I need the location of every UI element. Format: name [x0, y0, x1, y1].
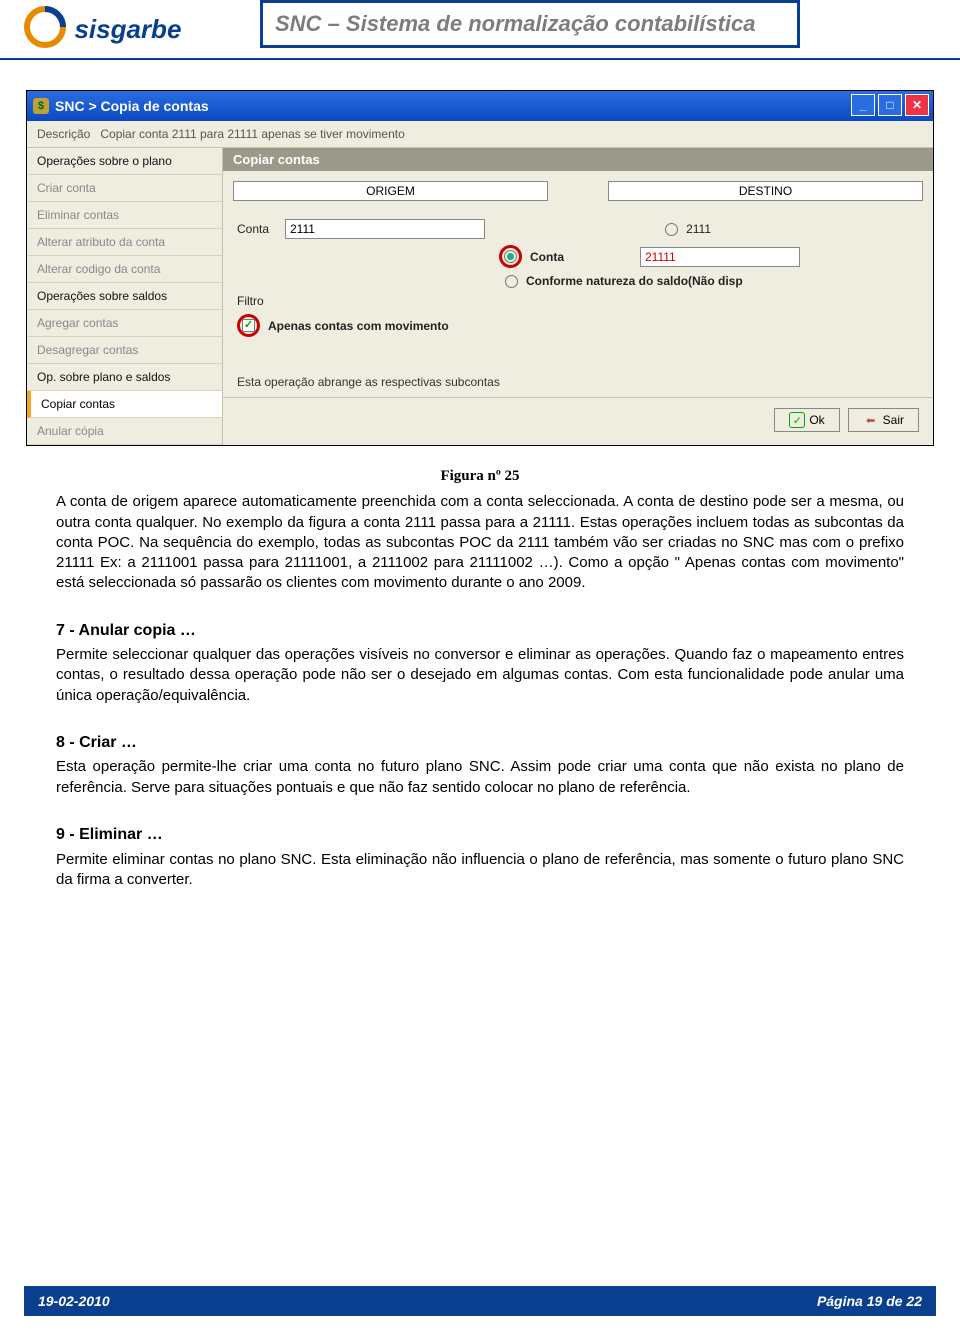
logo-swirl-icon: [24, 6, 66, 53]
radio-2111[interactable]: [665, 223, 678, 236]
sidebar-item-eliminar-contas[interactable]: Eliminar contas: [27, 202, 222, 229]
radio-natureza-label: Conforme natureza do saldo(Não disp: [526, 274, 743, 288]
logo: sisgarbe: [24, 6, 181, 53]
sidebar-item-anular-copia[interactable]: Anular cópia: [27, 418, 222, 445]
window-title: SNC > Copia de contas: [55, 98, 209, 114]
footer-date: 19-02-2010: [38, 1293, 110, 1309]
check-icon: ✓: [789, 412, 805, 428]
heading-8: 8 - Criar …: [56, 732, 904, 754]
radio-natureza[interactable]: [505, 275, 518, 288]
radio-conta[interactable]: [504, 250, 517, 263]
sidebar-item-alterar-codigo[interactable]: Alterar codigo da conta: [27, 256, 222, 283]
sidebar-item-copiar-contas[interactable]: Copiar contas: [27, 391, 222, 418]
conta-origem-input[interactable]: [285, 219, 485, 239]
checkbox-movimento-label: Apenas contas com movimento: [268, 319, 449, 333]
page-header: sisgarbe SNC – Sistema de normalização c…: [0, 0, 960, 60]
sidebar-item-alterar-atributo[interactable]: Alterar atributo da conta: [27, 229, 222, 256]
heading-9: 9 - Eliminar …: [56, 824, 904, 846]
sidebar-header-plano: Operações sobre o plano: [27, 148, 222, 175]
column-header-destino: DESTINO: [608, 181, 923, 201]
description-value: Copiar conta 2111 para 21111 apenas se t…: [100, 127, 404, 141]
sair-button-label: Sair: [883, 413, 904, 427]
radio-2111-label: 2111: [686, 222, 711, 236]
close-button[interactable]: ✕: [905, 94, 929, 116]
footer: 19-02-2010 Página 19 de 22: [24, 1286, 936, 1316]
app-window: $ SNC > Copia de contas _ □ ✕ Descrição …: [26, 90, 934, 446]
ok-button[interactable]: ✓ Ok: [774, 408, 839, 432]
sidebar-item-criar-conta[interactable]: Criar conta: [27, 175, 222, 202]
sair-button[interactable]: ⬅ Sair: [848, 408, 919, 432]
radio-conta-label: Conta: [530, 250, 564, 264]
sidebar-item-agregar[interactable]: Agregar contas: [27, 310, 222, 337]
column-header-origem: ORIGEM: [233, 181, 548, 201]
filtro-label: Filtro: [237, 294, 264, 308]
document-body: Figura nº 25 A conta de origem aparece a…: [56, 466, 904, 890]
annotation-circle-radio: [499, 245, 522, 268]
exit-icon: ⬅: [863, 412, 879, 428]
ok-button-label: Ok: [809, 413, 824, 427]
panel-note: Esta operação abrange as respectivas sub…: [223, 351, 933, 397]
sidebar-header-plano-saldos: Op. sobre plano e saldos: [27, 364, 222, 391]
titlebar: $ SNC > Copia de contas _ □ ✕: [27, 91, 933, 121]
sidebar: Operações sobre o plano Criar conta Elim…: [27, 148, 223, 445]
conta-destino-input[interactable]: [640, 247, 800, 267]
annotation-circle-checkbox: [237, 314, 260, 337]
figure-caption: Figura nº 25: [56, 466, 904, 486]
banner-title: SNC – Sistema de normalização contabilís…: [260, 0, 800, 48]
checkbox-movimento[interactable]: [242, 319, 255, 332]
dollar-icon: $: [33, 98, 49, 114]
main-panel: Copiar contas ORIGEM DESTINO Conta 2111: [223, 148, 933, 445]
footer-page: Página 19 de 22: [817, 1293, 922, 1309]
logo-text: sisgarbe: [74, 14, 181, 45]
paragraph-7: Permite seleccionar qualquer das operaçõ…: [56, 645, 904, 706]
minimize-button[interactable]: _: [851, 94, 875, 116]
description-row: Descrição Copiar conta 2111 para 21111 a…: [27, 121, 933, 148]
sidebar-item-desagregar[interactable]: Desagregar contas: [27, 337, 222, 364]
conta-origem-label: Conta: [237, 222, 277, 236]
panel-title: Copiar contas: [223, 148, 933, 171]
paragraph-9: Permite eliminar contas no plano SNC. Es…: [56, 850, 904, 891]
description-label: Descrição: [37, 127, 90, 141]
maximize-button[interactable]: □: [878, 94, 902, 116]
paragraph-1: A conta de origem aparece automaticament…: [56, 492, 904, 593]
heading-7: 7 - Anular copia …: [56, 620, 904, 642]
sidebar-header-saldos: Operações sobre saldos: [27, 283, 222, 310]
paragraph-8: Esta operação permite-lhe criar uma cont…: [56, 757, 904, 798]
